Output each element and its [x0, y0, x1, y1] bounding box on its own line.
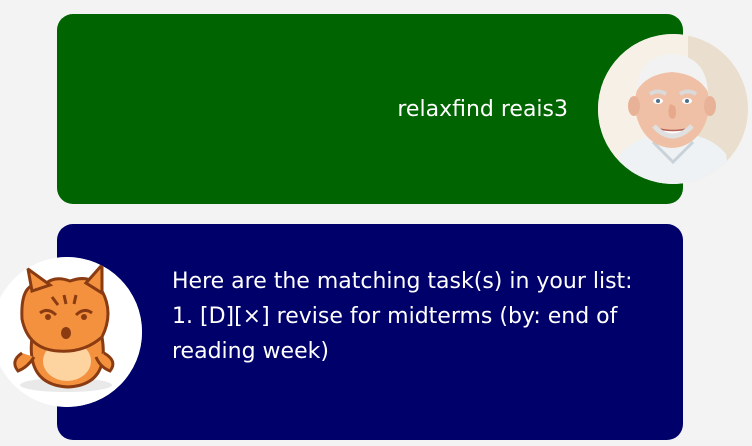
bot-message-bubble: Here are the matching task(s) in your li… — [57, 224, 683, 440]
old-man-avatar-icon — [598, 34, 748, 184]
user-message-bubble: relaxfind reais3 — [57, 14, 683, 204]
bot-message-line: 1. [D][×] revise for midterms (by: end o… — [172, 304, 618, 364]
user-message-text: relaxfind reais3 — [397, 97, 568, 122]
bot-message-text: Here are the matching task(s) in your li… — [172, 264, 652, 369]
bot-message-line: Here are the matching task(s) in your li… — [172, 269, 633, 294]
